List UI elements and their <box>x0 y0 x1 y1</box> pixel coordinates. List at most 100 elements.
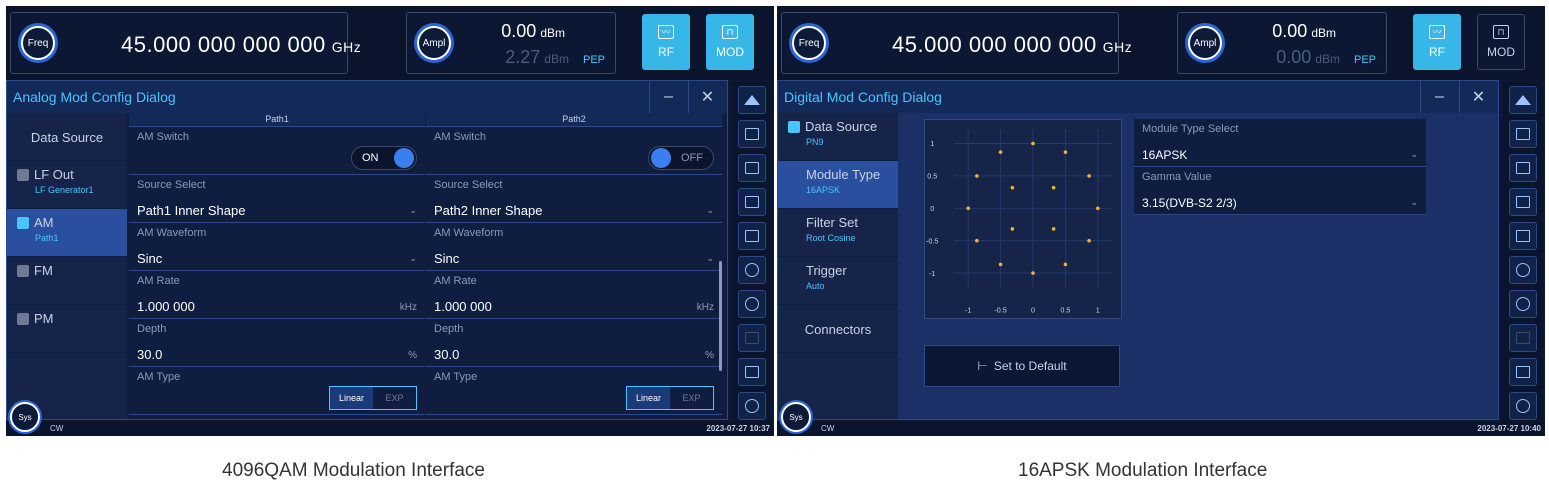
freq-knob[interactable]: Freq <box>792 26 826 60</box>
dialog-title: Digital Mod Config Dialog <box>778 81 1498 113</box>
module-type-select[interactable]: Module Type Select 16APSK ⌄ <box>1134 119 1426 167</box>
minimize-button[interactable]: – <box>1420 81 1458 113</box>
ampl-knob[interactable]: Ampl <box>417 26 451 60</box>
reset-icon: ⊢ <box>977 359 988 373</box>
rf-button[interactable]: 〰 RF <box>642 14 690 70</box>
ampl-knob[interactable]: Ampl <box>1188 26 1222 60</box>
sidebar-item-am[interactable]: AM Path1 <box>7 209 127 257</box>
am-type-linear[interactable]: Linear <box>330 387 373 409</box>
constellation-point <box>975 238 979 243</box>
am-switch-toggle[interactable]: OFF <box>648 146 714 170</box>
lf-icon <box>17 168 29 181</box>
amplitude-display[interactable]: Ampl 0.00 dBm 0.00 dBm PEP <box>1177 12 1387 74</box>
x-tick-label: -1 <box>965 306 971 315</box>
screenshot-button[interactable] <box>1509 256 1537 284</box>
preset-button[interactable] <box>738 358 766 386</box>
constellation-svg: -1 -0.5 0 0.5 1 1 0.5 0 -0.5 -1 <box>926 129 1113 315</box>
sidebar-item-data-source[interactable]: Data Source <box>7 113 127 161</box>
am-type-exp[interactable]: EXP <box>373 387 416 409</box>
source-select[interactable]: Source Select Path2 Inner Shape ⌄ <box>426 175 722 223</box>
sidebar-item-connectors[interactable]: Connectors <box>778 305 898 353</box>
close-button[interactable]: ✕ <box>688 81 726 113</box>
constellation-point <box>1096 206 1100 211</box>
chevron-down-icon: ⌄ <box>409 205 417 215</box>
constellation-point <box>975 174 979 178</box>
sidebar-item-module-type[interactable]: Module Type 16APSK <box>778 161 898 209</box>
x-tick-label: 1 <box>1096 306 1100 315</box>
window-button[interactable] <box>738 120 766 148</box>
fm-icon <box>17 264 29 277</box>
amplitude-value: 0.00 dBm <box>1272 21 1336 41</box>
right-toolbar <box>732 82 772 422</box>
menu-button[interactable] <box>738 154 766 182</box>
sidebar: Data Source LF Out LF Generator1 AM Path1 … <box>7 113 127 419</box>
window-button[interactable] <box>1509 120 1537 148</box>
help-button[interactable] <box>1509 392 1537 420</box>
data-icon <box>788 120 800 133</box>
am-type-segmented[interactable]: Linear EXP <box>329 386 417 410</box>
file-button[interactable] <box>1509 188 1537 216</box>
frequency-unit: GHz <box>1102 39 1133 55</box>
set-default-button[interactable]: ⊢ Set to Default <box>924 345 1120 387</box>
sys-knob[interactable]: Sys <box>10 402 40 432</box>
constellation-point <box>966 206 970 211</box>
lock-button[interactable] <box>738 324 766 352</box>
depth-input[interactable]: Depth 30.0% <box>129 319 425 367</box>
chevron-down-icon: ⌄ <box>409 253 417 263</box>
frequency-display[interactable]: Freq 45.000 000 000 000 GHz <box>781 12 1132 74</box>
am-type-segmented[interactable]: Linear EXP <box>626 386 714 410</box>
frequency-display[interactable]: Freq 45.000 000 000 000 GHz <box>10 12 361 74</box>
minimize-button[interactable]: – <box>649 81 687 113</box>
sidebar-item-pm[interactable]: PM <box>7 305 127 353</box>
home-button[interactable] <box>1509 86 1537 114</box>
mod-button[interactable]: ⊓ MOD <box>1477 14 1525 70</box>
gamma-select[interactable]: Gamma Value 3.15(DVB-S2 2/3) ⌄ <box>1134 167 1426 215</box>
am-rate-input[interactable]: AM Rate 1.000 000 kHz <box>426 271 722 319</box>
dialog-title: Analog Mod Config Dialog <box>7 81 727 113</box>
path2-header: Path2 <box>426 113 722 127</box>
chevron-down-icon: ⌄ <box>706 253 714 263</box>
back-button[interactable] <box>1509 290 1537 318</box>
status-bar: CW 2023-07-27 10:40 <box>777 422 1545 436</box>
sidebar-item-fm[interactable]: FM <box>7 257 127 305</box>
y-tick-label: -1 <box>929 269 935 278</box>
scpi-button[interactable] <box>1509 222 1537 250</box>
top-bar: Freq 45.000 000 000 000 GHz Ampl 0.00 dBm … <box>777 6 1545 80</box>
sys-knob[interactable]: Sys <box>781 402 811 432</box>
back-button[interactable] <box>738 290 766 318</box>
source-select[interactable]: Source Select Path1 Inner Shape ⌄ <box>129 175 425 223</box>
home-icon <box>1515 95 1531 105</box>
file-button[interactable] <box>738 188 766 216</box>
scpi-button[interactable] <box>738 222 766 250</box>
status-bar: CW 2023-07-27 10:37 <box>6 422 774 436</box>
sidebar-item-trigger[interactable]: Trigger Auto <box>778 257 898 305</box>
preset-button[interactable] <box>1509 358 1537 386</box>
sidebar-item-filter-set[interactable]: Filter Set Root Cosine <box>778 209 898 257</box>
waveform-select[interactable]: AM Waveform Sinc ⌄ <box>426 223 722 271</box>
am-type-exp[interactable]: EXP <box>670 387 713 409</box>
help-button[interactable] <box>738 392 766 420</box>
am-switch-toggle[interactable]: ON <box>351 146 417 170</box>
depth-input[interactable]: Depth 30.0% <box>426 319 722 367</box>
menu-button[interactable] <box>1509 154 1537 182</box>
home-button[interactable] <box>738 86 766 114</box>
mod-button[interactable]: ⊓ MOD <box>706 14 754 70</box>
close-button[interactable]: ✕ <box>1459 81 1497 113</box>
rf-button[interactable]: 〰 RF <box>1413 14 1461 70</box>
freq-knob[interactable]: Freq <box>21 26 55 60</box>
screenshot-button[interactable] <box>738 256 766 284</box>
path1-column: Path1 AM Switch ON Source Select Path1 I… <box>129 113 425 419</box>
waveform-select[interactable]: AM Waveform Sinc ⌄ <box>129 223 425 271</box>
window-icon <box>745 128 759 140</box>
am-rate-input[interactable]: AM Rate 1.000 000 kHz <box>129 271 425 319</box>
amplitude-display[interactable]: Ampl 0.00 dBm 2.27 dBm PEP <box>406 12 616 74</box>
scrollbar[interactable] <box>719 261 722 371</box>
sidebar-item-data-source[interactable]: Data Source PN9 <box>778 113 898 161</box>
constellation-point <box>998 262 1003 267</box>
sidebar-item-lf-out[interactable]: LF Out LF Generator1 <box>7 161 127 209</box>
am-type-linear[interactable]: Linear <box>627 387 670 409</box>
lock-button[interactable] <box>1509 324 1537 352</box>
mode-indicator: CW <box>50 424 64 433</box>
chevron-down-icon: ⌄ <box>1410 197 1418 207</box>
mod-pulse-icon: ⊓ <box>722 25 738 39</box>
